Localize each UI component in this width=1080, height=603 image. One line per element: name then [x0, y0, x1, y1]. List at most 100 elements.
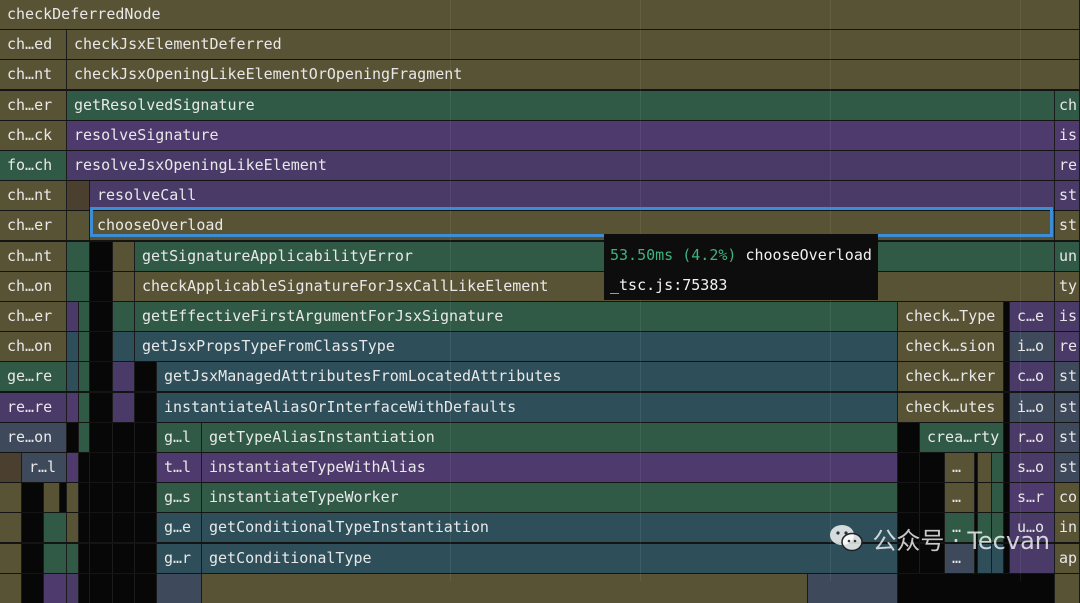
- flame-frame[interactable]: [113, 393, 135, 422]
- flame-frame[interactable]: [157, 574, 202, 603]
- flame-frame[interactable]: [135, 393, 157, 422]
- flame-frame[interactable]: crea…rty: [920, 423, 1004, 452]
- flame-frame[interactable]: [67, 483, 79, 512]
- flame-frame[interactable]: g…l: [157, 423, 202, 452]
- flame-frame[interactable]: check…Type: [898, 302, 1004, 331]
- flame-frame[interactable]: t…l: [157, 453, 202, 482]
- flame-frame[interactable]: g…r: [157, 544, 202, 573]
- flame-frame[interactable]: g…s: [157, 483, 202, 512]
- flame-frame[interactable]: instantiateAliasOrInterfaceWithDefaults: [157, 393, 898, 422]
- flame-frame[interactable]: [113, 242, 135, 271]
- flame-frame[interactable]: re…re: [0, 393, 67, 422]
- flame-frame[interactable]: [113, 453, 135, 482]
- flame-frame[interactable]: [0, 483, 22, 512]
- flame-frame[interactable]: check…utes: [898, 393, 1004, 422]
- flame-frame[interactable]: [992, 453, 1004, 482]
- flame-frame[interactable]: in: [1055, 513, 1080, 542]
- flame-frame[interactable]: ch…er: [0, 91, 67, 120]
- flame-frame[interactable]: [79, 423, 90, 452]
- flame-frame[interactable]: [22, 483, 44, 512]
- flame-frame[interactable]: [79, 302, 90, 331]
- flame-frame[interactable]: [67, 302, 79, 331]
- flame-frame[interactable]: [67, 332, 79, 361]
- flame-frame[interactable]: ge…re: [0, 362, 67, 391]
- flame-frame[interactable]: [90, 393, 113, 422]
- flame-frame[interactable]: [978, 483, 992, 512]
- flame-frame[interactable]: [79, 544, 90, 573]
- flame-frame[interactable]: [67, 423, 79, 452]
- flame-frame[interactable]: [67, 574, 79, 603]
- flame-frame[interactable]: [202, 574, 808, 603]
- flame-frame[interactable]: c…o: [1010, 362, 1055, 391]
- flame-frame[interactable]: [44, 483, 60, 512]
- flame-frame[interactable]: [135, 574, 157, 603]
- flame-frame[interactable]: [113, 332, 135, 361]
- flame-frame[interactable]: [113, 574, 135, 603]
- flame-frame[interactable]: [67, 513, 79, 542]
- flame-frame[interactable]: [79, 332, 90, 361]
- flame-frame[interactable]: resolveJsxOpeningLikeElement: [67, 151, 1055, 180]
- flame-frame[interactable]: getJsxPropsTypeFromClassType: [135, 332, 898, 361]
- flame-frame[interactable]: [135, 423, 157, 452]
- flame-frame[interactable]: g…e: [157, 513, 202, 542]
- flame-frame[interactable]: [0, 544, 22, 573]
- flame-frame[interactable]: [44, 574, 67, 603]
- flame-frame[interactable]: [90, 332, 113, 361]
- flame-frame[interactable]: [67, 272, 90, 301]
- flame-frame[interactable]: fo…ch: [0, 151, 67, 180]
- flame-frame[interactable]: ch: [1055, 91, 1080, 120]
- flame-frame[interactable]: resolveSignature: [67, 121, 1055, 150]
- flame-frame[interactable]: [22, 574, 44, 603]
- flame-frame[interactable]: [22, 544, 44, 573]
- flame-frame[interactable]: s…r: [1010, 483, 1055, 512]
- flame-frame[interactable]: checkJsxOpeningLikeElementOrOpeningFragm…: [67, 60, 1080, 89]
- flame-frame[interactable]: …: [945, 483, 975, 512]
- flame-frame[interactable]: [44, 513, 67, 542]
- flame-frame[interactable]: r…l: [22, 453, 67, 482]
- flame-frame[interactable]: un: [1055, 242, 1080, 271]
- flame-frame[interactable]: checkJsxElementDeferred: [67, 30, 1080, 59]
- flame-frame[interactable]: [90, 362, 113, 391]
- flame-frame[interactable]: instantiateTypeWorker: [202, 483, 898, 512]
- flame-frame[interactable]: [79, 453, 90, 482]
- flame-frame[interactable]: [0, 574, 22, 603]
- flame-frame[interactable]: [67, 544, 79, 573]
- flame-frame[interactable]: re: [1055, 151, 1080, 180]
- flame-frame[interactable]: co: [1055, 483, 1080, 512]
- flame-frame[interactable]: [67, 453, 79, 482]
- flame-frame[interactable]: [90, 483, 113, 512]
- flame-frame[interactable]: st: [1055, 393, 1080, 422]
- flame-frame[interactable]: re…on: [0, 423, 67, 452]
- flame-frame[interactable]: getSignatureApplicabilityError: [135, 242, 1055, 271]
- flame-frame[interactable]: getConditionalType: [202, 544, 898, 573]
- flame-frame[interactable]: ch…ed: [0, 30, 67, 59]
- flame-frame[interactable]: st: [1055, 423, 1080, 452]
- flame-frame[interactable]: c…e: [1010, 302, 1055, 331]
- flame-frame[interactable]: [22, 513, 44, 542]
- flame-frame[interactable]: [0, 513, 22, 542]
- flame-frame[interactable]: [67, 242, 90, 271]
- flame-frame[interactable]: [1055, 574, 1080, 603]
- flame-frame[interactable]: instantiateTypeWithAlias: [202, 453, 898, 482]
- flame-frame[interactable]: [79, 393, 90, 422]
- flame-frame[interactable]: [67, 211, 90, 240]
- flame-frame[interactable]: [79, 362, 90, 391]
- flame-frame[interactable]: [44, 544, 67, 573]
- flame-frame[interactable]: [113, 513, 135, 542]
- flame-frame[interactable]: [67, 393, 79, 422]
- flame-frame[interactable]: r…o: [1010, 423, 1055, 452]
- flame-frame[interactable]: getResolvedSignature: [67, 91, 1055, 120]
- flame-frame[interactable]: [978, 453, 992, 482]
- flame-frame[interactable]: is: [1055, 302, 1080, 331]
- flame-frame[interactable]: [90, 544, 113, 573]
- flame-frame[interactable]: [113, 362, 135, 391]
- flame-frame[interactable]: [992, 483, 1004, 512]
- flame-frame[interactable]: [113, 302, 135, 331]
- flame-frame[interactable]: i…o: [1010, 393, 1055, 422]
- flame-frame[interactable]: [0, 453, 22, 482]
- flame-frame[interactable]: [135, 453, 157, 482]
- flame-frame[interactable]: re: [1055, 332, 1080, 361]
- flame-frame[interactable]: ch…nt: [0, 181, 67, 210]
- flame-frame[interactable]: is: [1055, 121, 1080, 150]
- flame-frame[interactable]: [920, 483, 945, 512]
